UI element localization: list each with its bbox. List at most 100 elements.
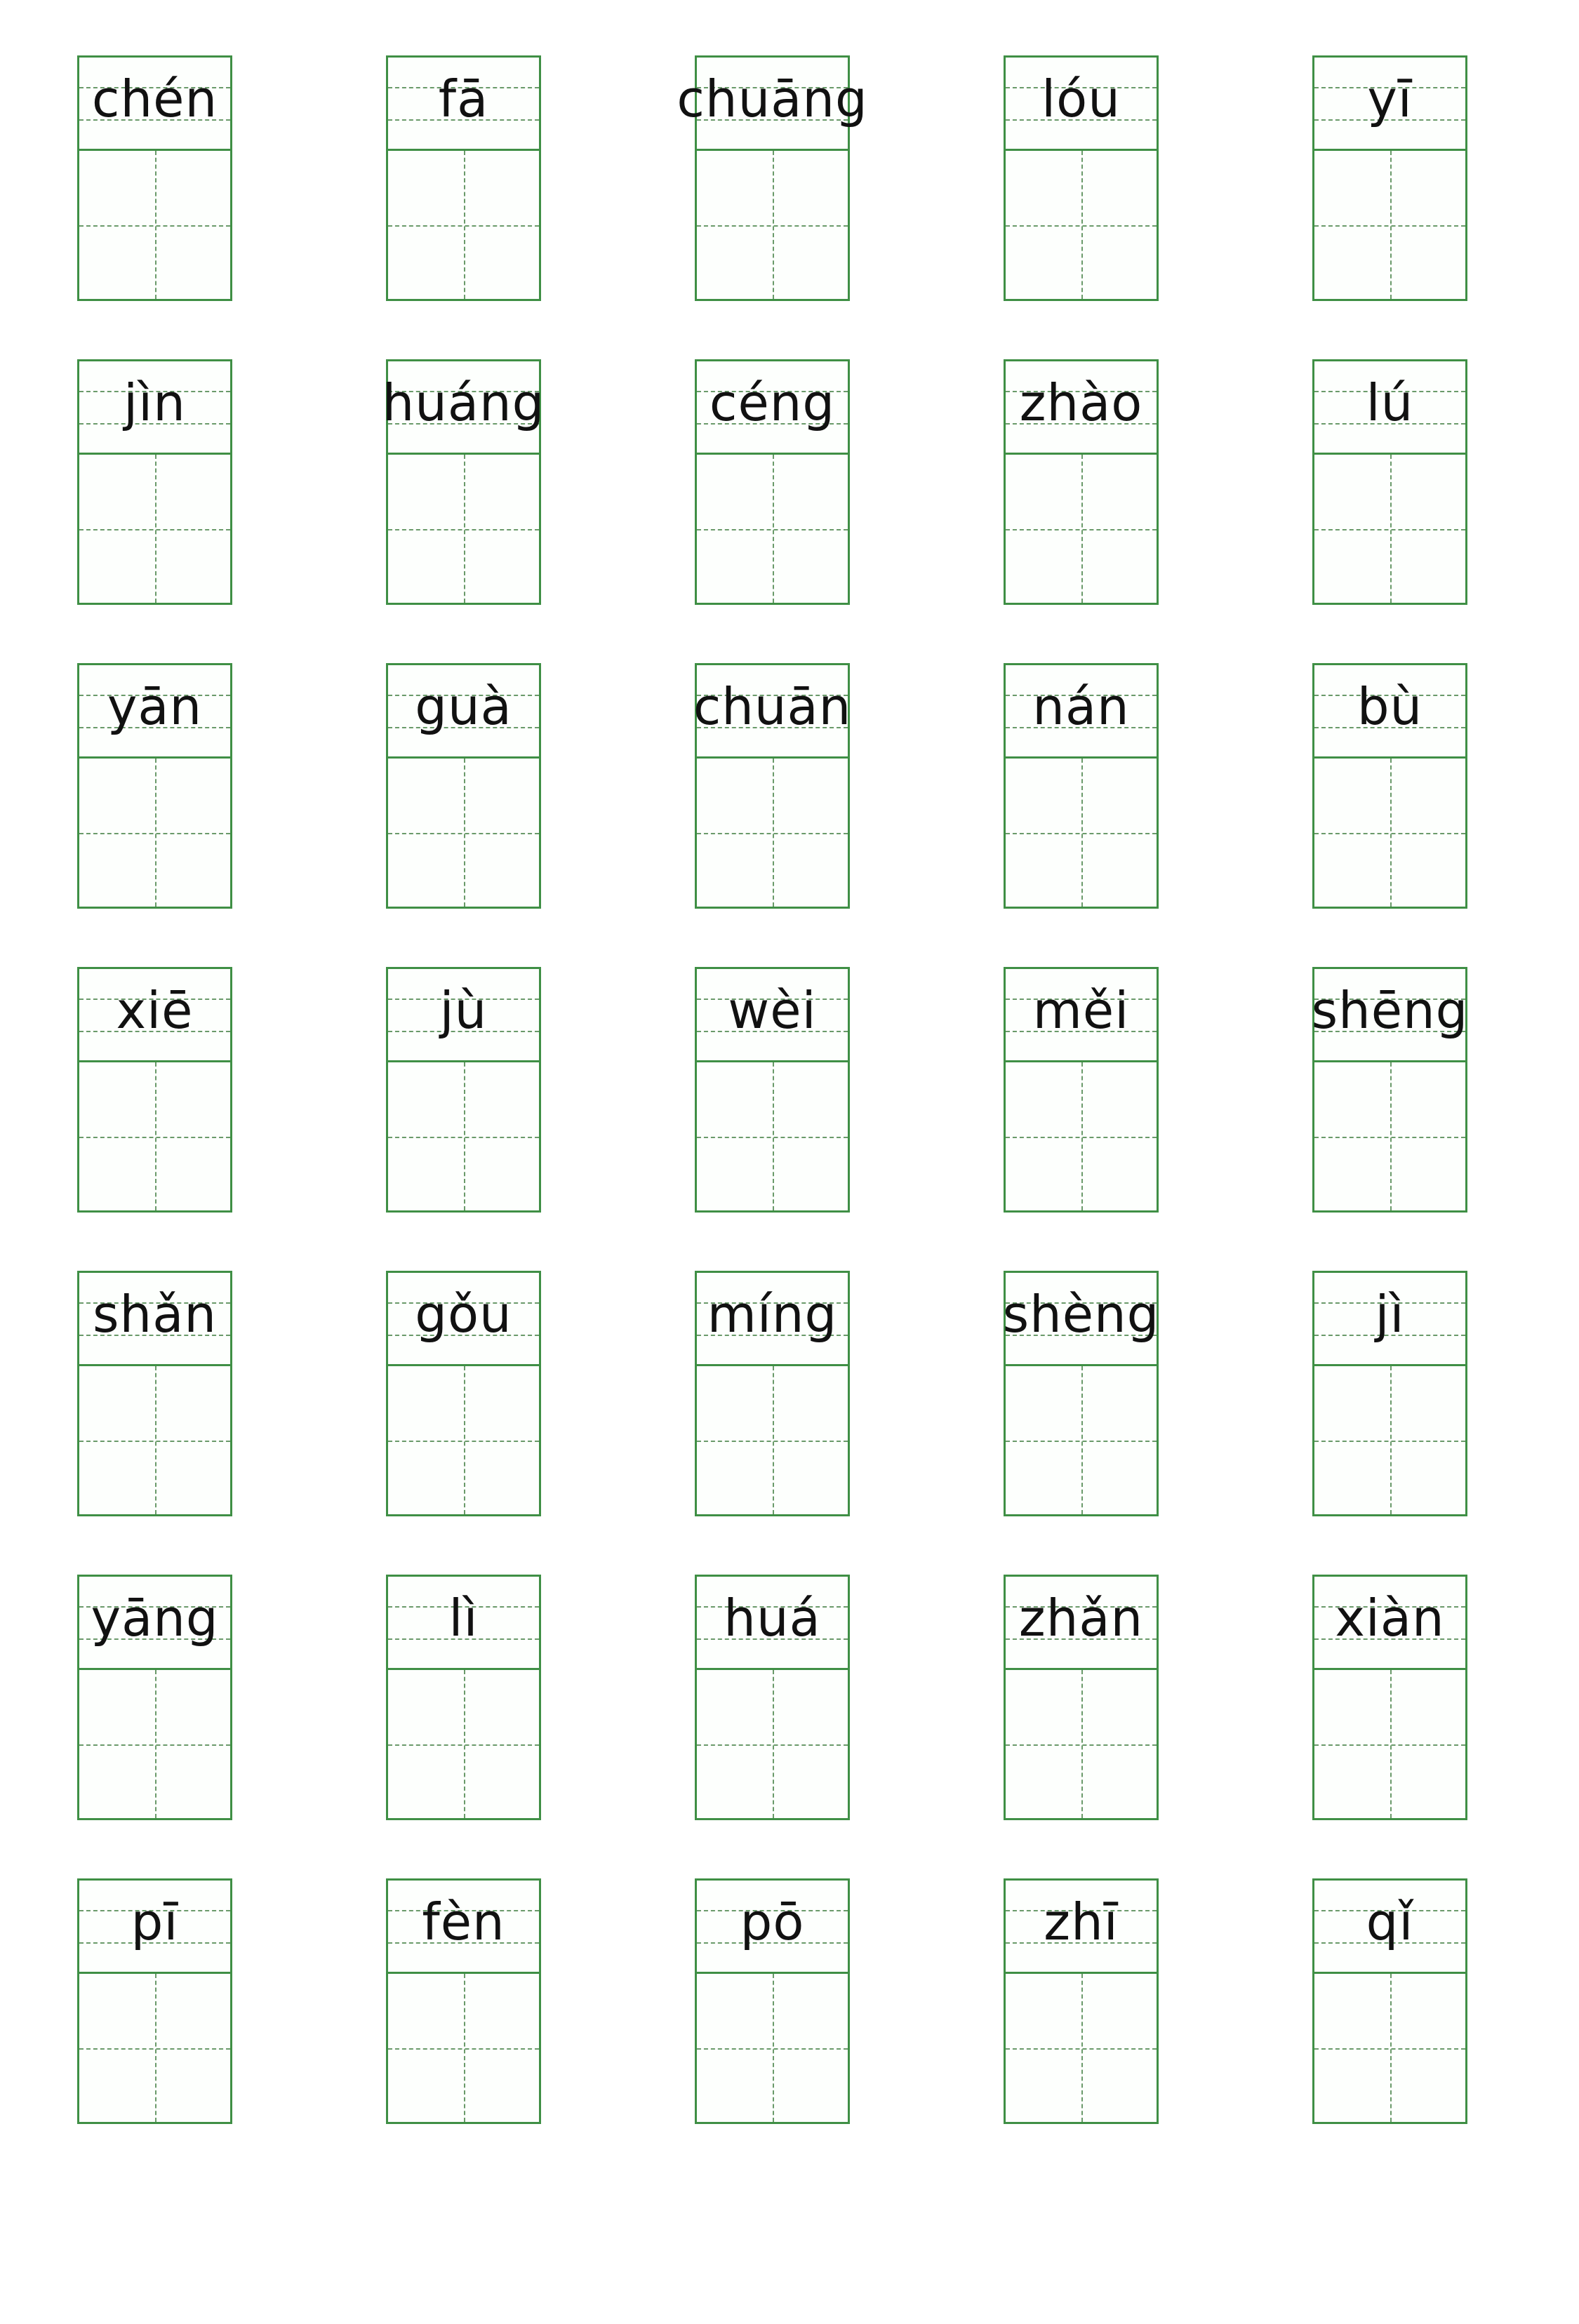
pinyin-band: fèn (388, 1881, 539, 1974)
writing-cell: lì (386, 1575, 541, 1820)
pinyin-band: yī (1314, 58, 1465, 151)
pinyin-band: céng (697, 361, 848, 455)
writing-cell: pō (695, 1878, 850, 2124)
pinyin-label: guà (415, 677, 512, 736)
writing-cell: chuāng (677, 55, 867, 301)
pinyin-band: chuāng (677, 58, 867, 151)
guide-line (1006, 1744, 1157, 1746)
pinyin-label: fèn (422, 1892, 505, 1951)
pinyin-band: lì (388, 1577, 539, 1670)
pinyin-band: xiē (79, 969, 230, 1062)
character-box (1314, 1062, 1465, 1210)
guide-line (1006, 2048, 1157, 2050)
pinyin-band: nán (1006, 665, 1157, 759)
pinyin-label: zhī (1044, 1892, 1119, 1951)
writing-cell: jù (386, 967, 541, 1213)
character-box (388, 455, 539, 603)
pinyin-label: gǒu (415, 1285, 512, 1344)
pinyin-label: wèi (728, 981, 817, 1040)
guide-line (79, 832, 230, 834)
character-box (697, 1366, 848, 1514)
guide-line (388, 832, 539, 834)
character-box (388, 151, 539, 299)
character-box (79, 455, 230, 603)
pinyin-band: shēng (1312, 969, 1467, 1062)
writing-cell: qǐ (1312, 1878, 1467, 2124)
character-box (79, 1366, 230, 1514)
pinyin-band: wèi (697, 969, 848, 1062)
character-box (388, 1366, 539, 1514)
character-box (697, 1670, 848, 1818)
character-box (1006, 1974, 1157, 2122)
character-box (697, 1062, 848, 1210)
writing-cell: fā (386, 55, 541, 301)
guide-line (79, 1744, 230, 1746)
pinyin-label: nán (1032, 677, 1130, 736)
guide-line (388, 1136, 539, 1138)
character-box (388, 1974, 539, 2122)
pinyin-label: jù (439, 981, 488, 1040)
pinyin-label: jìn (124, 373, 186, 432)
pinyin-band: qǐ (1314, 1881, 1465, 1974)
writing-cell: yān (77, 663, 232, 909)
guide-line (1314, 225, 1465, 227)
guide-line (1314, 832, 1465, 834)
guide-line (1006, 528, 1157, 530)
guide-line (1314, 528, 1465, 530)
character-box (1314, 1366, 1465, 1514)
writing-cell: wèi (695, 967, 850, 1213)
guide-line (697, 1136, 848, 1138)
character-box (1006, 1670, 1157, 1818)
guide-line (1314, 1136, 1465, 1138)
character-box (1006, 1366, 1157, 1514)
pinyin-label: jì (1375, 1285, 1405, 1344)
character-box (79, 1974, 230, 2122)
character-box (388, 759, 539, 907)
character-box (1314, 1670, 1465, 1818)
pinyin-band: xiàn (1314, 1577, 1465, 1670)
writing-cell: lóu (1004, 55, 1159, 301)
guide-line (388, 2048, 539, 2050)
guide-line (79, 1440, 230, 1442)
pinyin-label: lú (1366, 373, 1414, 432)
character-box (388, 1670, 539, 1818)
pinyin-label: měi (1032, 981, 1130, 1040)
writing-cell: zhǎn (1004, 1575, 1159, 1820)
writing-cell: měi (1004, 967, 1159, 1213)
pinyin-band: bù (1314, 665, 1465, 759)
character-box (697, 455, 848, 603)
guide-line (1314, 2048, 1465, 2050)
writing-cell: chén (77, 55, 232, 301)
pinyin-band: pī (79, 1881, 230, 1974)
guide-line (388, 1440, 539, 1442)
character-box (1006, 151, 1157, 299)
pinyin-band: míng (697, 1273, 848, 1366)
writing-cell: míng (695, 1271, 850, 1516)
pinyin-band: lóu (1006, 58, 1157, 151)
pinyin-label: fā (438, 69, 489, 128)
writing-cell: nán (1004, 663, 1159, 909)
pinyin-band: shǎn (79, 1273, 230, 1366)
character-box (388, 1062, 539, 1210)
pinyin-label: pō (740, 1892, 805, 1951)
pinyin-label: xiàn (1335, 1589, 1445, 1648)
character-box (1314, 151, 1465, 299)
guide-line (697, 832, 848, 834)
writing-cell: shèng (1003, 1271, 1159, 1516)
character-box (79, 759, 230, 907)
writing-cell: zhī (1004, 1878, 1159, 2124)
character-box (1314, 759, 1465, 907)
pinyin-band: shèng (1003, 1273, 1159, 1366)
writing-cell: huá (695, 1575, 850, 1820)
pinyin-band: jì (1314, 1273, 1465, 1366)
guide-line (697, 225, 848, 227)
guide-line (1006, 225, 1157, 227)
pinyin-label: huáng (382, 373, 545, 432)
guide-line (1006, 1136, 1157, 1138)
pinyin-band: chuān (693, 665, 851, 759)
writing-cell: xiàn (1312, 1575, 1467, 1820)
character-box (697, 1974, 848, 2122)
pinyin-label: zhǎn (1018, 1589, 1144, 1648)
pinyin-band: zhǎn (1006, 1577, 1157, 1670)
guide-line (1006, 1440, 1157, 1442)
